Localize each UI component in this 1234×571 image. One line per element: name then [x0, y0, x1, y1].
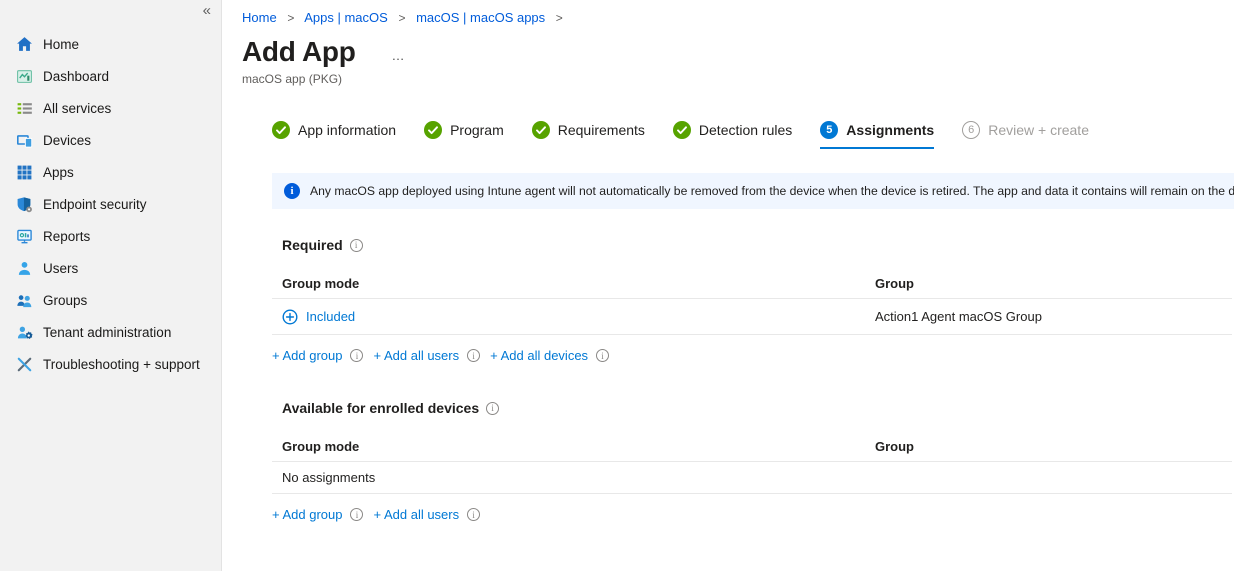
info-banner: i Any macOS app deployed using Intune ag… — [272, 173, 1234, 209]
info-icon[interactable]: i — [596, 349, 610, 362]
add-all-devices-link[interactable]: + Add all devices — [490, 348, 588, 363]
breadcrumb-separator: > — [555, 11, 563, 25]
breadcrumb-separator: > — [398, 11, 406, 25]
column-header-group: Group — [875, 439, 914, 454]
page-title: Add App — [242, 36, 356, 67]
group-name: Action1 Agent macOS Group — [875, 309, 1042, 324]
step-number-badge: 5 — [820, 121, 839, 139]
main-content: Home > Apps | macOS > macOS | macOS apps… — [222, 0, 1234, 571]
sidebar-item-dashboard[interactable]: Dashboard — [0, 60, 221, 92]
tab-requirements[interactable]: Requirements — [531, 121, 645, 149]
troubleshooting-icon — [16, 356, 33, 373]
step-label: Detection rules — [698, 122, 793, 138]
sidebar-item-label: Groups — [43, 292, 88, 308]
add-all-users-link[interactable]: + Add all users — [373, 348, 459, 363]
sidebar-item-devices[interactable]: Devices — [0, 124, 221, 156]
step-label: Review + create — [988, 122, 1089, 138]
tab-program[interactable]: Program — [424, 121, 504, 149]
sidebar: « Home Dashboard All services Devices Ap… — [0, 0, 222, 571]
step-label: Assignments — [846, 122, 935, 138]
sidebar-item-apps[interactable]: Apps — [0, 156, 221, 188]
breadcrumb-separator: > — [287, 11, 295, 25]
sidebar-item-label: Home — [43, 36, 80, 52]
available-add-links: + Add group i + Add all users i — [272, 507, 1232, 522]
info-banner-text: Any macOS app deployed using Intune agen… — [310, 184, 1234, 198]
tab-detection-rules[interactable]: Detection rules — [672, 121, 793, 149]
table-row: Included Action1 Agent macOS Group — [272, 299, 1232, 335]
circle-plus-icon — [282, 308, 298, 325]
home-icon — [16, 36, 33, 53]
sidebar-item-label: Reports — [43, 228, 91, 244]
step-label: Requirements — [557, 122, 645, 138]
table-header-row: Group mode Group — [272, 432, 1232, 462]
sidebar-item-label: Devices — [43, 132, 92, 148]
sidebar-item-label: Users — [43, 260, 79, 276]
tenant-administration-icon — [16, 324, 33, 341]
info-icon[interactable]: i — [349, 238, 363, 252]
dashboard-icon — [16, 68, 33, 85]
sidebar-item-endpoint-security[interactable]: Endpoint security — [0, 188, 221, 220]
column-header-group-mode: Group mode — [282, 276, 360, 291]
endpoint-security-icon — [16, 196, 33, 213]
info-filled-icon: i — [284, 183, 300, 199]
more-options-icon[interactable]: … — [392, 42, 407, 63]
info-icon[interactable]: i — [467, 349, 481, 362]
devices-icon — [16, 132, 33, 149]
available-section: Available for enrolled devices i Group m… — [272, 400, 1232, 522]
sidebar-item-label: Apps — [43, 164, 74, 180]
apps-icon — [16, 164, 33, 181]
check-icon — [424, 121, 443, 139]
info-icon[interactable]: i — [350, 349, 364, 362]
required-section-title: Required — [282, 237, 343, 253]
wizard-steps: App information Program Requirements Det… — [272, 121, 1234, 149]
sidebar-item-home[interactable]: Home — [0, 28, 221, 60]
info-icon[interactable]: i — [467, 508, 481, 521]
step-number-badge: 6 — [962, 121, 981, 139]
page-subtitle: macOS app (PKG) — [242, 72, 343, 86]
sidebar-collapse-icon[interactable]: « — [203, 2, 211, 20]
step-label: Program — [450, 122, 504, 138]
column-header-group-mode: Group mode — [282, 439, 360, 454]
check-icon — [272, 121, 290, 139]
reports-icon — [16, 228, 33, 245]
tab-app-information[interactable]: App information — [272, 121, 396, 149]
users-icon — [16, 260, 33, 277]
breadcrumb-home-link[interactable]: Home — [242, 10, 277, 25]
sidebar-item-label: All services — [43, 100, 112, 116]
sidebar-item-users[interactable]: Users — [0, 252, 221, 284]
sidebar-item-reports[interactable]: Reports — [0, 220, 221, 252]
add-group-link[interactable]: + Add group — [272, 507, 342, 522]
sidebar-item-all-services[interactable]: All services — [0, 92, 221, 124]
table-header-row: Group mode Group — [272, 269, 1232, 299]
included-link[interactable]: Included — [306, 309, 355, 324]
required-section: Required i Group mode Group Included Act… — [272, 237, 1232, 363]
info-icon[interactable]: i — [350, 508, 364, 521]
sidebar-item-groups[interactable]: Groups — [0, 284, 221, 316]
no-assignments-row: No assignments — [272, 462, 1232, 494]
sidebar-item-tenant-administration[interactable]: Tenant administration — [0, 316, 221, 348]
check-icon — [531, 121, 550, 139]
all-services-icon — [16, 100, 33, 117]
sidebar-item-label: Endpoint security — [43, 196, 147, 212]
required-add-links: + Add group i + Add all users i + Add al… — [272, 348, 1232, 363]
breadcrumb-macos-apps-link[interactable]: macOS | macOS apps — [416, 10, 545, 25]
sidebar-item-troubleshooting-support[interactable]: Troubleshooting + support — [0, 348, 221, 380]
breadcrumb-apps-macos-link[interactable]: Apps | macOS — [304, 10, 388, 25]
available-section-title: Available for enrolled devices — [282, 400, 480, 416]
breadcrumb: Home > Apps | macOS > macOS | macOS apps… — [242, 9, 1234, 27]
add-all-users-link[interactable]: + Add all users — [373, 507, 459, 522]
sidebar-item-label: Troubleshooting + support — [43, 356, 200, 372]
column-header-group: Group — [875, 276, 914, 291]
tab-review-create[interactable]: 6 Review + create — [962, 121, 1089, 149]
check-icon — [672, 121, 691, 139]
sidebar-nav: Home Dashboard All services Devices Apps… — [0, 0, 221, 380]
sidebar-item-label: Dashboard — [43, 68, 110, 84]
tab-assignments[interactable]: 5 Assignments — [820, 121, 934, 149]
sidebar-item-label: Tenant administration — [43, 324, 172, 340]
step-label: App information — [298, 122, 397, 138]
info-icon[interactable]: i — [486, 401, 500, 415]
groups-icon — [16, 292, 33, 309]
add-group-link[interactable]: + Add group — [272, 348, 342, 363]
